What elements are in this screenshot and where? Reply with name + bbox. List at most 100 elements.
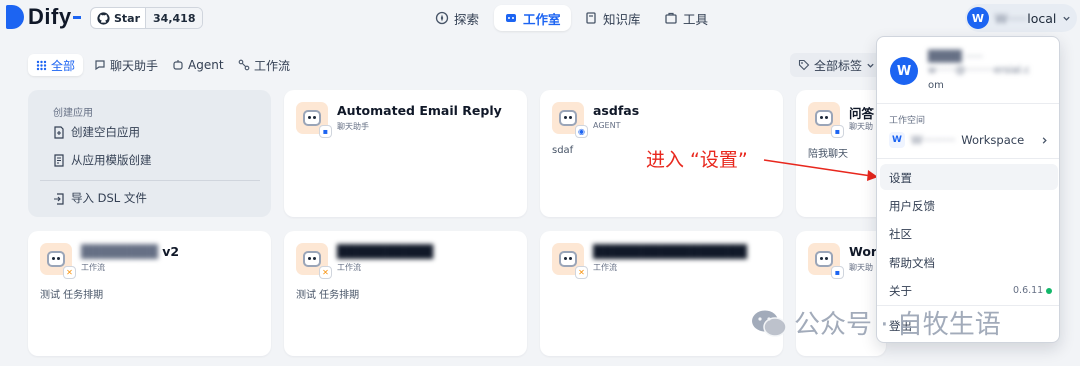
menu-avatar: W <box>890 57 918 85</box>
tag-filter-label: 全部标签 <box>814 58 863 73</box>
workspace-title: 工作空间 <box>889 116 926 126</box>
app-icon: ✕ <box>40 243 76 279</box>
create-blank-app-button[interactable]: 创建空白应用 <box>53 124 140 140</box>
divider <box>877 158 1059 159</box>
chevron-down-icon <box>867 63 874 68</box>
annotation-text: 进入 “设置” <box>646 149 748 171</box>
tab-label: 聊天助手 <box>110 58 159 73</box>
app-desc: 测试 任务排期 <box>296 290 360 301</box>
chevron-right-icon <box>1042 136 1047 144</box>
tag-icon <box>798 59 810 71</box>
menu-item-help-docs[interactable]: 帮助文档 <box>889 255 935 271</box>
menu-item-community[interactable]: 社区 <box>889 226 912 242</box>
workspace-name: Workspace <box>961 133 1025 147</box>
star-count: 34,418 <box>145 8 203 28</box>
watermark: 公众号 · 自牧生语 <box>750 304 1001 341</box>
app-name: asdfas <box>593 103 640 118</box>
workflow-icon <box>238 59 250 71</box>
nav-label: 探索 <box>454 11 480 27</box>
divider <box>877 103 1059 104</box>
nav-studio[interactable]: 工作室 <box>494 5 571 31</box>
nav-explore[interactable]: 探索 <box>425 5 489 31</box>
tab-workflow[interactable]: 工作流 <box>230 54 298 76</box>
create-app-title: 创建应用 <box>53 108 93 119</box>
app-card-workflow-3[interactable]: ✕ ████████████████ 工作流 <box>540 231 783 356</box>
nav-knowledge[interactable]: 知识库 <box>574 5 651 31</box>
workflow-badge-icon: ✕ <box>319 266 332 279</box>
star-label: Star <box>114 11 141 25</box>
chat-badge-icon: ▪ <box>831 125 844 138</box>
menu-item-feedback[interactable]: 用户反馈 <box>889 198 935 214</box>
user-name: W·····local <box>995 10 1057 26</box>
robot-icon <box>815 110 833 126</box>
menu-user-email: w······@·········ersial.c <box>928 65 1030 76</box>
app-name: ██████████ <box>337 244 434 259</box>
app-type: 聊天助 <box>849 263 873 272</box>
version-label: 0.6.11 <box>1013 285 1044 296</box>
book-icon <box>586 12 596 24</box>
robot-icon <box>506 14 516 22</box>
file-plus-icon <box>54 125 64 139</box>
app-name: ████████████████ <box>593 244 747 259</box>
app-name: 问答 <box>849 106 875 121</box>
github-star-button[interactable]: Star 34,418 <box>90 7 204 29</box>
workspace-selector[interactable]: W W········· Workspace <box>889 131 1049 149</box>
menu-email-suffix: om <box>928 80 944 91</box>
app-type: 工作流 <box>81 263 105 272</box>
briefcase-icon <box>665 12 677 24</box>
app-card-workflow-v2[interactable]: ✕ ████████ v2 工作流 测试 任务排期 <box>28 231 271 356</box>
app-desc: 测试 任务排期 <box>40 290 104 301</box>
robot-icon <box>303 110 321 126</box>
tag-filter[interactable]: 全部标签 <box>790 53 884 77</box>
menu-item-settings[interactable]: 设置 <box>889 170 912 186</box>
robot-icon <box>815 251 833 267</box>
tab-chat[interactable]: 聊天助手 <box>86 54 166 76</box>
robot-icon <box>559 251 577 267</box>
dify-logo-mark <box>6 5 24 29</box>
app-icon: ▪ <box>808 243 844 279</box>
app-card-automated-email-reply[interactable]: ▪ Automated Email Reply 聊天助手 <box>284 90 527 217</box>
tab-all[interactable]: 全部 <box>28 54 84 76</box>
divider <box>40 180 260 181</box>
app-desc: sdaf <box>552 145 574 156</box>
workspace-name-hidden: W········· <box>911 133 956 147</box>
version-status-dot <box>1046 288 1052 294</box>
logo-dot <box>72 15 81 19</box>
app-type: 工作流 <box>593 263 617 272</box>
robot-icon <box>559 110 577 126</box>
import-dsl-label: 导入 DSL 文件 <box>71 191 147 205</box>
app-icon: ◉ <box>552 102 588 138</box>
grid-icon <box>36 60 47 70</box>
compass-icon <box>435 11 449 25</box>
chevron-down-icon <box>1063 16 1071 21</box>
user-menu-trigger[interactable]: W W·····local <box>965 4 1078 32</box>
app-icon: ▪ <box>296 102 332 138</box>
template-icon <box>54 153 64 167</box>
watermark-text: 公众号 · 自牧生语 <box>794 310 1001 340</box>
app-icon: ▪ <box>808 102 844 138</box>
create-template-label: 从应用模版创建 <box>71 153 152 167</box>
chat-badge-icon: ▪ <box>831 266 844 279</box>
nav-tools[interactable]: 工具 <box>654 5 718 31</box>
app-icon: ✕ <box>552 243 588 279</box>
chat-icon <box>95 60 105 71</box>
app-name: Automated Email Reply <box>337 103 502 118</box>
create-from-template-button[interactable]: 从应用模版创建 <box>53 152 152 168</box>
github-icon <box>97 11 110 25</box>
nav-label: 工具 <box>683 11 709 27</box>
import-icon <box>54 192 64 205</box>
app-icon: ✕ <box>296 243 332 279</box>
app-name: ████████ v2 <box>81 244 180 259</box>
tab-agent[interactable]: Agent <box>164 54 232 76</box>
import-dsl-button[interactable]: 导入 DSL 文件 <box>53 190 147 206</box>
app-type: 工作流 <box>337 263 361 272</box>
workflow-badge-icon: ✕ <box>575 266 588 279</box>
app-card-workflow-2[interactable]: ✕ ██████████ 工作流 测试 任务排期 <box>284 231 527 356</box>
workflow-badge-icon: ✕ <box>63 266 76 279</box>
wechat-icon <box>752 310 787 337</box>
menu-user-name: ████ ····· <box>928 50 983 63</box>
avatar: W <box>967 7 989 29</box>
dify-logo[interactable]: Dify <box>6 4 81 30</box>
app-type: 聊天助 <box>849 122 873 131</box>
menu-item-about[interactable]: 关于 <box>889 283 912 299</box>
